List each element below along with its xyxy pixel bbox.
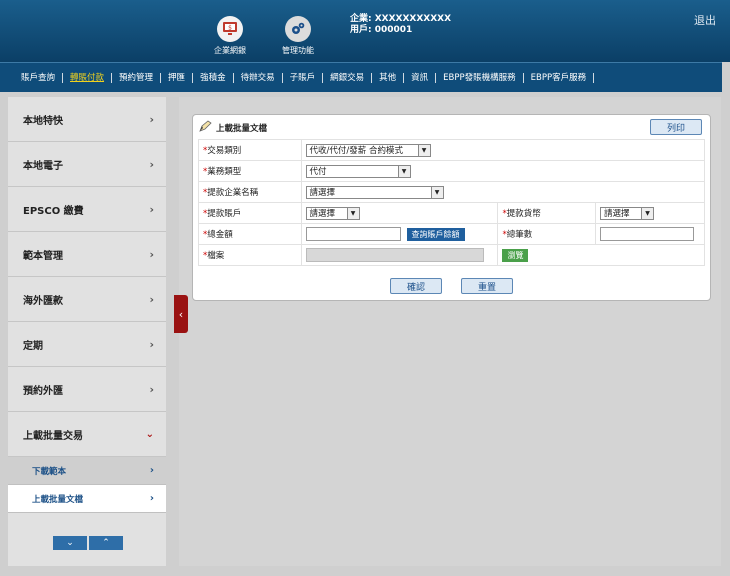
panel-title: 上載批量文檔: [199, 120, 267, 135]
amount-label: *總金額: [198, 223, 302, 245]
nav-sub-account[interactable]: 子賬戶: [283, 72, 324, 83]
top-header: $ 企業網銀 管理功能 企業: XXXXXXXXXXX 用戶: 000001 退…: [0, 0, 730, 62]
nav-ebpp-issuer[interactable]: EBPP發賬機構服務: [436, 72, 524, 83]
sidebar-item-templates[interactable]: 範本管理 ›: [8, 232, 166, 277]
sidebar-item-overseas[interactable]: 海外匯款 ›: [8, 277, 166, 322]
form-row: *業務類型 代付 ▼: [198, 160, 706, 182]
corporate-banking-button[interactable]: $ 企業網銀: [205, 16, 255, 56]
confirm-button[interactable]: 確認: [390, 278, 442, 294]
currency-label: *提款貨幣: [497, 202, 596, 224]
nav-ebpp-customer[interactable]: EBPP客戶服務: [524, 72, 595, 83]
chevron-right-icon: ›: [149, 292, 154, 306]
company-text: 企業: XXXXXXXXXXX: [350, 14, 452, 24]
main-nav: 賬戶查詢 轉賬付款 預約管理 押匯 強積金 待辦交易 子賬戶 網銀交易 其他 資…: [0, 62, 722, 92]
company-label: *提款企業名稱: [198, 181, 302, 203]
dropdown-arrow-icon: ▼: [397, 165, 410, 177]
chevron-right-icon: ›: [149, 247, 154, 261]
sidebar-item-fixed-deposit[interactable]: 定期 ›: [8, 322, 166, 367]
scroll-up-button[interactable]: ⌃: [89, 536, 123, 550]
form-row: *交易類別 代收/代付/發薪 合約模式 ▼: [198, 139, 706, 161]
chevron-right-icon: ›: [149, 493, 154, 504]
sidebar-sub-upload-batch[interactable]: 上載批量文檔 ›: [8, 485, 166, 513]
sidebar-sub-download-template[interactable]: 下載範本 ›: [8, 457, 166, 485]
dropdown-arrow-icon: ▼: [430, 186, 443, 198]
sidebar-item-batch-upload[interactable]: 上載批量交易 ⌄: [8, 412, 166, 457]
nav-online-txn[interactable]: 網銀交易: [323, 72, 373, 83]
scroll-down-button[interactable]: ⌄: [53, 536, 87, 550]
form-actions: 確認 重置: [193, 278, 710, 294]
pencil-icon: [199, 120, 213, 135]
management-label: 管理功能: [282, 46, 314, 55]
currency-select[interactable]: 請選擇 ▼: [600, 206, 654, 220]
biz-type-label: *業務類型: [198, 160, 302, 182]
biz-type-select[interactable]: 代付 ▼: [305, 164, 411, 178]
nav-other[interactable]: 其他: [372, 72, 405, 83]
sidebar-item-label: 上載批量交易: [23, 430, 83, 442]
gears-icon: [285, 16, 311, 42]
file-path-input: [305, 248, 484, 262]
nav-pending[interactable]: 待辦交易: [234, 72, 283, 83]
sidebar-sub-label: 上載批量文檔: [32, 494, 84, 505]
file-label: *檔案: [198, 244, 302, 266]
count-label: *總筆數: [497, 223, 596, 245]
sidebar: 本地特快 › 本地電子 › EPSCO 繳費 › 範本管理 › 海外匯款 › 定期 › 預約…: [8, 97, 166, 566]
nav-info[interactable]: 資訊: [404, 72, 437, 83]
sidebar-item-epsco[interactable]: EPSCO 繳費 ›: [8, 187, 166, 232]
browse-button[interactable]: 瀏覽: [502, 248, 529, 262]
sidebar-sub-label: 下載範本: [32, 466, 67, 477]
svg-text:$: $: [228, 25, 232, 32]
upload-form: *交易類別 代收/代付/發薪 合約模式 ▼ *業務類型 代付 ▼ *提款企業名稱 請…: [198, 139, 706, 266]
upload-panel: 上載批量文檔 列印 *交易類別 代收/代付/發薪 合約模式 ▼ *業務類型 代付 ▼…: [192, 114, 711, 301]
sidebar-item-label: 定期: [23, 340, 43, 352]
sidebar-item-label: 海外匯款: [23, 295, 63, 307]
sidebar-item-label: 本地電子: [23, 160, 63, 172]
nav-account-inquiry[interactable]: 賬戶查詢: [14, 72, 64, 83]
form-row: *提款企業名稱 請選擇 ▼: [198, 181, 706, 203]
dropdown-arrow-icon: ▼: [346, 207, 359, 219]
balance-inquiry-button[interactable]: 查詢賬戶餘額: [406, 227, 465, 241]
user-text: 用戶: 000001: [350, 25, 413, 35]
chevron-right-icon: ›: [149, 337, 154, 351]
chevron-right-icon: ›: [149, 202, 154, 216]
sidebar-scroll-buttons: ⌄ ⌃: [53, 536, 123, 550]
panel-title-text: 上載批量文檔: [216, 123, 268, 134]
sidebar-item-local-electronic[interactable]: 本地電子 ›: [8, 142, 166, 187]
sidebar-item-scheduled-fx[interactable]: 預約外匯 ›: [8, 367, 166, 412]
account-label: *提款賬戶: [198, 202, 302, 224]
management-button[interactable]: 管理功能: [273, 16, 323, 56]
sidebar-item-label: EPSCO 繳費: [23, 205, 84, 217]
chevron-right-icon: ›: [149, 382, 154, 396]
nav-mpf[interactable]: 強積金: [193, 72, 234, 83]
chevron-right-icon: ›: [149, 157, 154, 171]
corporate-banking-label: 企業網銀: [214, 46, 246, 55]
nav-bills[interactable]: 押匯: [161, 72, 194, 83]
monitor-icon: $: [217, 16, 243, 42]
chevron-right-icon: ›: [149, 112, 154, 126]
chevron-right-icon: ›: [149, 465, 154, 476]
logout-link[interactable]: 退出: [694, 12, 716, 28]
dropdown-arrow-icon: ▼: [417, 144, 430, 156]
txn-type-select[interactable]: 代收/代付/發薪 合約模式 ▼: [305, 143, 431, 157]
nav-scheduled[interactable]: 預約管理: [112, 72, 162, 83]
amount-input[interactable]: [305, 227, 401, 241]
form-row: *提款賬戶 請選擇 ▼ *提款貨幣 請選擇 ▼: [198, 202, 705, 224]
nav-transfer-payment[interactable]: 轉賬付款: [63, 72, 113, 83]
sidebar-item-label: 預約外匯: [23, 385, 63, 397]
sidebar-item-label: 本地特快: [23, 115, 63, 127]
reset-button[interactable]: 重置: [461, 278, 513, 294]
account-select[interactable]: 請選擇 ▼: [305, 206, 360, 220]
txn-type-label: *交易類別: [198, 139, 302, 161]
company-select[interactable]: 請選擇 ▼: [305, 185, 444, 199]
print-button[interactable]: 列印: [650, 119, 702, 135]
dropdown-arrow-icon: ▼: [641, 207, 653, 219]
collapse-sidebar-button[interactable]: ‹: [174, 295, 188, 333]
user-info: 企業: XXXXXXXXXXX 用戶: 000001: [350, 14, 451, 36]
sidebar-item-local-express[interactable]: 本地特快 ›: [8, 97, 166, 142]
form-row: *總金額 查詢賬戶餘額 *總筆數: [198, 223, 705, 245]
form-row: *檔案 瀏覽: [198, 244, 705, 266]
sidebar-item-label: 範本管理: [23, 250, 63, 262]
chevron-down-icon: ⌄: [145, 428, 154, 440]
count-input[interactable]: [600, 227, 694, 241]
